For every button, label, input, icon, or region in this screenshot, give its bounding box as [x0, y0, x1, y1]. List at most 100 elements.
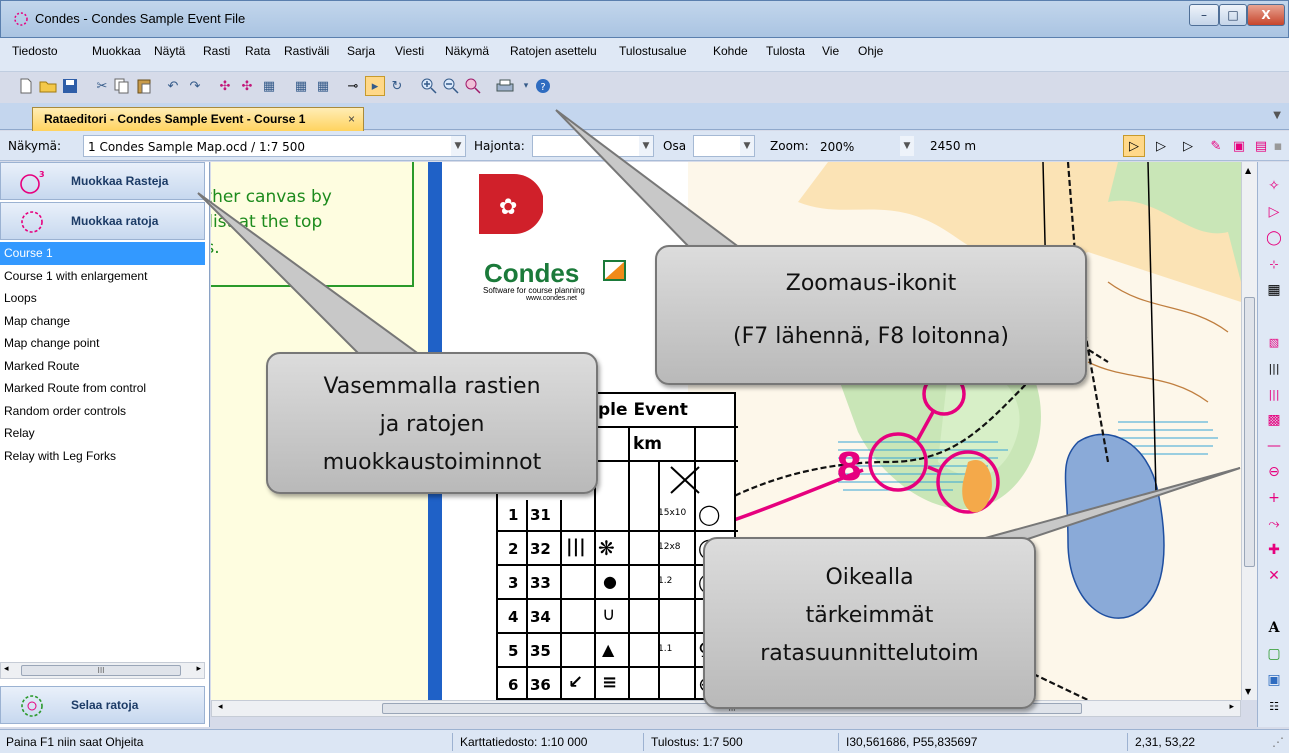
pink-area-icon[interactable]: ▩ [1264, 410, 1284, 430]
text-icon[interactable]: A [1264, 618, 1284, 638]
zoom-in-icon[interactable] [419, 76, 439, 96]
menu-layout-view[interactable]: Näkymä [445, 44, 489, 58]
course-item[interactable]: Course 1 [0, 242, 205, 265]
course-item[interactable]: Map change [0, 310, 205, 333]
hatch-icon[interactable]: ▧ [1264, 332, 1284, 352]
description-table-icon[interactable]: ▦ [1264, 280, 1284, 300]
help-icon[interactable]: ? [533, 76, 553, 96]
course-list-scrollbar[interactable]: ◂ III ▸ [0, 662, 205, 679]
new-file-icon[interactable] [16, 76, 36, 96]
menu-leg[interactable]: Rastiväli [284, 44, 329, 58]
scroll-left-icon[interactable]: ◂ [4, 664, 9, 674]
course-item[interactable]: Map change point [0, 332, 205, 355]
print-icon[interactable] [495, 76, 515, 96]
right-tools-callout: Oikealla tärkeimmät ratasuunnittelutoim [703, 537, 1036, 709]
rectangle-icon[interactable]: ▢ [1264, 644, 1284, 664]
cut-icon[interactable]: ✂ [92, 76, 112, 96]
crossing-point-icon[interactable]: + [1264, 488, 1284, 508]
zoom-fit-icon[interactable] [463, 76, 483, 96]
edit-courses-button[interactable]: Muokkaa ratoja [0, 202, 205, 240]
paste-icon[interactable] [134, 76, 154, 96]
select-tool-icon[interactable]: ▷ [1123, 135, 1145, 157]
tab-course-editor[interactable]: Rataeditori - Condes Sample Event - Cour… [32, 107, 364, 131]
course-item[interactable]: Random order controls [0, 400, 205, 423]
frame-icon[interactable]: ▣ [1228, 135, 1250, 157]
menu-export[interactable]: Vie [822, 44, 839, 58]
circle-rotate-icon[interactable]: ↻ [387, 76, 407, 96]
menu-help[interactable]: Ohje [858, 44, 883, 58]
control-row: 1 31 15x10 ◯ [498, 500, 738, 532]
close-icon: X [1261, 8, 1271, 22]
scroll-down-icon[interactable]: ▼ [1245, 687, 1251, 696]
scroll-up-icon[interactable]: ▲ [1245, 166, 1251, 175]
legend-icon[interactable]: ☷ [1264, 696, 1284, 716]
spread-select[interactable]: ▼ [532, 135, 654, 157]
first-aid-cross-icon[interactable]: ✚ [1264, 540, 1284, 560]
key-icon[interactable]: ⊸ [343, 76, 363, 96]
menu-course[interactable]: Rata [245, 44, 270, 58]
cross-icon[interactable]: ✕ [1264, 566, 1284, 586]
select-multi-icon[interactable]: ▷ [1177, 135, 1199, 157]
scroll-thumb[interactable] [1244, 297, 1255, 567]
menu-print-area[interactable]: Tulostusalue [619, 44, 687, 58]
course-item[interactable]: Marked Route [0, 355, 205, 378]
redo-icon[interactable]: ↷ [185, 76, 205, 96]
canvas-vscrollbar[interactable]: ▲ ▼ [1241, 162, 1257, 700]
select-leg-icon[interactable]: ▷ [1150, 135, 1172, 157]
menu-view[interactable]: Näytä [154, 44, 185, 58]
course-item[interactable]: Marked Route from control [0, 377, 205, 400]
scroll-thumb[interactable]: III [21, 665, 181, 676]
start-triangle-icon[interactable]: ✧ [1264, 176, 1284, 196]
save-icon[interactable] [60, 76, 80, 96]
part-select[interactable]: ▼ [693, 135, 755, 157]
pink-lines-icon[interactable]: ||| [1264, 384, 1284, 404]
scroll-right-icon[interactable]: ▸ [196, 664, 201, 674]
menu-course-layout[interactable]: Ratojen asettelu [510, 44, 597, 58]
vertical-lines-icon[interactable]: ||| [1264, 358, 1284, 378]
menu-control[interactable]: Rasti [203, 44, 230, 58]
edit-controls-button[interactable]: 31 Muokkaa Rasteja [0, 162, 205, 200]
control-icon-1[interactable]: ✣ [215, 76, 235, 96]
image-icon[interactable]: ▣ [1264, 670, 1284, 690]
forbidden-route-icon[interactable]: ⤳ [1264, 514, 1284, 534]
finish-icon[interactable]: ◯ [1264, 228, 1284, 248]
course-item[interactable]: Relay with Leg Forks [0, 445, 205, 468]
zoom-select[interactable]: 200% ▼ [815, 135, 915, 157]
gate-icon[interactable]: ⊖ [1264, 462, 1284, 482]
undo-icon[interactable]: ↶ [163, 76, 183, 96]
box-icon[interactable]: ▤ [1250, 135, 1272, 157]
view-select[interactable]: 1 Condes Sample Map.ocd / 1:7 500 ▼ [83, 135, 466, 157]
maximize-button[interactable]: □ [1219, 4, 1247, 26]
course-item[interactable]: Relay [0, 422, 205, 445]
add-control-icon[interactable]: ✎ [1205, 135, 1227, 157]
tab-close-icon[interactable]: × [348, 112, 355, 126]
browse-courses-button[interactable]: Selaa ratoja [0, 686, 205, 724]
zoom-out-icon[interactable] [441, 76, 461, 96]
scroll-left-icon[interactable]: ◂ [218, 702, 223, 712]
line-icon[interactable]: — [1264, 436, 1284, 456]
menu-file[interactable]: Tiedosto [12, 44, 58, 58]
control-icon-2[interactable]: ✣ [237, 76, 257, 96]
menu-class[interactable]: Sarja [347, 44, 375, 58]
minimize-button[interactable]: – [1189, 4, 1219, 26]
close-button[interactable]: X [1247, 4, 1285, 26]
open-folder-icon[interactable] [38, 76, 58, 96]
description-icon[interactable]: ▦ [259, 76, 279, 96]
resize-grip-icon[interactable]: ⋰ [1272, 735, 1284, 749]
tab-list-chevron-icon[interactable]: ▼ [1273, 110, 1281, 121]
course-item[interactable]: Loops [0, 287, 205, 310]
select-page-icon[interactable]: ▸ [365, 76, 385, 96]
grid-icon-2[interactable]: ▦ [313, 76, 333, 96]
grid-icon-1[interactable]: ▦ [291, 76, 311, 96]
copy-icon[interactable] [112, 76, 132, 96]
more-icon[interactable]: ▪ [1270, 135, 1286, 157]
control-circle-icon[interactable]: ▷ [1264, 202, 1284, 222]
first-aid-icon[interactable]: ⊹ [1264, 254, 1284, 274]
scroll-right-icon[interactable]: ▸ [1229, 702, 1234, 712]
logo-subtitle: Software for course planning [483, 286, 585, 295]
menu-print[interactable]: Tulosta [766, 44, 805, 58]
menu-object[interactable]: Kohde [713, 44, 748, 58]
menu-relay[interactable]: Viesti [395, 44, 424, 58]
menu-edit[interactable]: Muokkaa [92, 44, 141, 58]
course-item[interactable]: Course 1 with enlargement [0, 265, 205, 288]
